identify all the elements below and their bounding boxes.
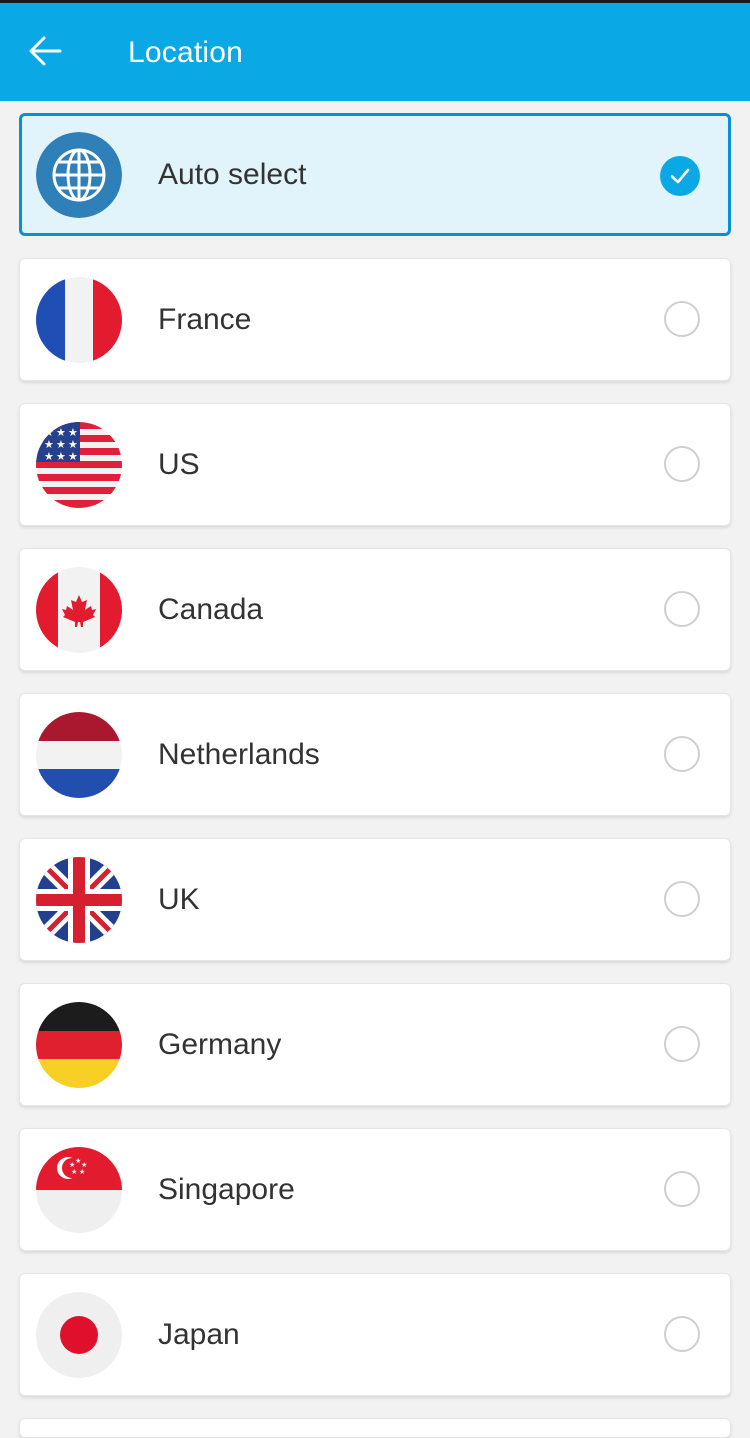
flag-netherlands-icon [36,712,122,798]
selected-radio[interactable] [660,156,700,196]
flag-uk-icon [36,857,122,943]
location-item-japan[interactable]: Japan [19,1273,731,1396]
flag-france-icon [36,277,122,363]
location-item-partial[interactable] [19,1418,731,1438]
location-item-singapore[interactable]: ★ ★ ★ ★ ★ Singapore [19,1128,731,1251]
location-name: US [158,448,200,481]
app-bar: Location [0,3,750,101]
flag-singapore-icon: ★ ★ ★ ★ ★ [36,1147,122,1233]
back-button[interactable] [22,28,68,74]
location-item-canada[interactable]: Canada [19,548,731,671]
location-item-netherlands[interactable]: Netherlands [19,693,731,816]
page-title: Location [128,36,244,69]
svg-text:★: ★ [44,450,54,463]
location-name: France [158,303,252,336]
svg-text:★: ★ [68,450,78,463]
location-name: Auto select [158,158,307,191]
globe-icon [36,132,122,218]
svg-text:★: ★ [69,1161,75,1169]
radio-button[interactable] [664,736,700,772]
flag-us-icon: ★ ★ ★ ★ ★ ★ ★ ★ ★ [36,422,122,508]
arrow-left-icon [29,36,62,66]
checkmark-icon [670,168,690,184]
location-name: Japan [158,1318,240,1351]
radio-button[interactable] [664,881,700,917]
radio-button[interactable] [664,446,700,482]
svg-text:★: ★ [79,1168,85,1176]
radio-button[interactable] [664,301,700,337]
location-item-germany[interactable]: Germany [19,983,731,1106]
location-name: Germany [158,1028,282,1061]
flag-canada-icon [36,567,122,653]
location-name: Canada [158,593,264,626]
svg-text:★: ★ [71,1168,77,1176]
radio-button[interactable] [664,1171,700,1207]
location-item-france[interactable]: France [19,258,731,381]
location-name: Netherlands [158,738,320,771]
flag-germany-icon [36,1002,122,1088]
radio-button[interactable] [664,591,700,627]
radio-button[interactable] [664,1316,700,1352]
location-item-auto-select[interactable]: Auto select [19,113,731,236]
flag-japan-icon [36,1292,122,1378]
svg-text:★: ★ [56,450,66,463]
location-item-uk[interactable]: UK [19,838,731,961]
location-name: UK [158,883,200,916]
radio-button[interactable] [664,1026,700,1062]
location-item-us[interactable]: ★ ★ ★ ★ ★ ★ ★ ★ ★ US [19,403,731,526]
location-name: Singapore [158,1173,295,1206]
